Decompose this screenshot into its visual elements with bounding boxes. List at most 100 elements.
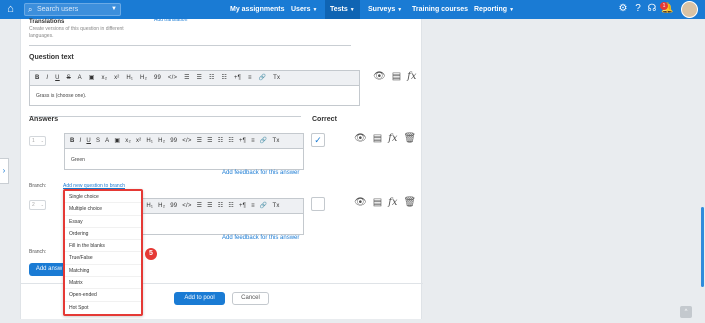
nav-my-assignments[interactable]: My assignments [230, 0, 284, 19]
indent-button[interactable]: ☷ [228, 199, 234, 213]
add-feedback-link-2[interactable]: Add feedback for this answer [222, 235, 299, 241]
question-type-fill-in-the-blanks[interactable]: Fill in the blanks [65, 240, 141, 253]
answer-order-select[interactable]: 2 ⌄ [29, 200, 46, 210]
nav-users[interactable]: Users ▼ [291, 0, 317, 19]
chevron-down-icon[interactable]: ▼ [111, 4, 117, 15]
ordered-list-button[interactable]: ☰ [184, 71, 190, 85]
correct-checkbox-1[interactable]: ✓ [311, 133, 325, 147]
italic-button[interactable]: I [46, 71, 48, 85]
formula-icon[interactable]: fx [407, 71, 416, 82]
add-to-pool-button[interactable]: Add to pool [174, 292, 225, 305]
trash-icon[interactable]: 🗑 [404, 197, 417, 208]
headset-icon[interactable]: ☊ [646, 3, 658, 15]
superscript-button[interactable]: x² [136, 134, 141, 148]
strikethrough-button[interactable]: S [67, 71, 71, 85]
answer-1-content[interactable]: Green [71, 157, 85, 163]
superscript-button[interactable]: x² [114, 71, 119, 85]
bold-button[interactable]: B [70, 134, 75, 148]
side-panel-toggle[interactable]: › [0, 158, 9, 184]
align-button[interactable]: ≡ [248, 71, 252, 85]
heading2-button[interactable]: H₂ [158, 134, 165, 148]
code-button[interactable]: </> [168, 71, 177, 85]
add-translation-link[interactable]: Add translation [154, 17, 187, 23]
heading2-button[interactable]: H₂ [140, 71, 147, 85]
eye-icon[interactable]: 👁 [354, 133, 367, 144]
correct-checkbox-2[interactable] [311, 197, 325, 211]
question-type-matrix[interactable]: Matrix [65, 277, 141, 290]
scrollbar[interactable] [701, 207, 704, 287]
outdent-button[interactable]: ☷ [218, 199, 224, 213]
link-icon[interactable]: 🔗 [260, 134, 268, 148]
subscript-button[interactable]: x₂ [102, 71, 108, 85]
italic-button[interactable]: I [80, 134, 82, 148]
outdent-button[interactable]: ☷ [209, 71, 215, 85]
answer-1-editor[interactable]: B I U S A ▣ x₂ x² H₁ H₂ 99 </> ☰ ☰ ☷ ☷ +¶ ≡ 🔗 Tx Green [64, 133, 304, 170]
list-button[interactable]: ☰ [197, 199, 203, 213]
bold-button[interactable]: B [35, 71, 40, 85]
trash-icon[interactable]: 🗑 [404, 133, 417, 144]
quote-button[interactable]: 99 [170, 134, 177, 148]
help-icon[interactable]: ? [632, 3, 644, 15]
question-type-open-ended[interactable]: Open-ended [65, 289, 141, 302]
font-color-button[interactable]: A [105, 134, 109, 148]
clear-format-button[interactable]: Tx [272, 134, 279, 148]
comment-icon[interactable]: ▤ [392, 71, 401, 82]
indent-button[interactable]: ☷ [228, 134, 234, 148]
heading1-button[interactable]: H₁ [146, 199, 153, 213]
comment-icon[interactable]: ▤ [373, 197, 382, 208]
home-icon[interactable]: ⌂ [4, 3, 17, 16]
question-type-single-choice[interactable]: Single choice [65, 191, 141, 204]
formula-icon[interactable]: fx [388, 197, 397, 208]
nav-reporting[interactable]: Reporting ▼ [474, 0, 514, 19]
code-button[interactable]: </> [182, 134, 191, 148]
clear-format-button[interactable]: Tx [273, 71, 280, 85]
nav-training-courses[interactable]: Training courses [412, 0, 468, 19]
chevron-up-icon[interactable]: ^ [680, 306, 692, 318]
underline-button[interactable]: U [55, 71, 60, 85]
link-icon[interactable]: 🔗 [259, 71, 267, 85]
answer-order-select[interactable]: 1 ⌄ [29, 136, 46, 146]
text-direction-button[interactable]: +¶ [239, 199, 246, 213]
question-type-multiple-choice[interactable]: Multiple choice [65, 203, 141, 216]
cancel-button[interactable]: Cancel [232, 292, 269, 305]
strikethrough-button[interactable]: S [96, 134, 100, 148]
clear-format-button[interactable]: Tx [272, 199, 279, 213]
align-button[interactable]: ≡ [251, 199, 255, 213]
outdent-button[interactable]: ☷ [218, 134, 224, 148]
nav-surveys[interactable]: Surveys ▼ [368, 0, 402, 19]
eye-icon[interactable]: 👁 [354, 197, 367, 208]
add-feedback-link-1[interactable]: Add feedback for this answer [222, 170, 299, 176]
indent-button[interactable]: ☷ [221, 71, 227, 85]
search-input[interactable]: ⌕ Search users ▼ [24, 3, 121, 16]
text-direction-button[interactable]: +¶ [239, 134, 246, 148]
gear-icon[interactable]: ⚙ [617, 3, 629, 15]
eye-icon[interactable]: 👁 [373, 71, 386, 82]
subscript-button[interactable]: x₂ [125, 134, 131, 148]
question-type-matching[interactable]: Matching [65, 265, 141, 278]
link-icon[interactable]: 🔗 [260, 199, 268, 213]
question-type-ordering[interactable]: Ordering [65, 228, 141, 241]
image-button[interactable]: ▣ [114, 134, 120, 148]
question-type-essay[interactable]: Essay [65, 216, 141, 228]
question-text-editor[interactable]: B I U S A ▣ x₂ x² H₁ H₂ 99 </> ☰ ☰ ☷ ☷ +… [29, 70, 360, 106]
list-button[interactable]: ☰ [197, 134, 203, 148]
heading1-button[interactable]: H₁ [146, 134, 153, 148]
question-type-hot-spot[interactable]: Hot Spot [65, 302, 141, 314]
question-type-true-false[interactable]: True/False [65, 252, 141, 265]
avatar[interactable] [681, 1, 698, 18]
list-button[interactable]: ☰ [207, 134, 213, 148]
quote-button[interactable]: 99 [170, 199, 177, 213]
text-direction-button[interactable]: +¶ [234, 71, 241, 85]
quote-button[interactable]: 99 [154, 71, 161, 85]
bullet-list-button[interactable]: ☰ [197, 71, 203, 85]
underline-button[interactable]: U [86, 134, 91, 148]
image-button[interactable]: ▣ [89, 71, 95, 85]
nav-tests[interactable]: Tests ▼ [325, 0, 360, 19]
comment-icon[interactable]: ▤ [373, 133, 382, 144]
align-button[interactable]: ≡ [251, 134, 255, 148]
font-color-button[interactable]: A [78, 71, 82, 85]
code-button[interactable]: </> [182, 199, 191, 213]
heading2-button[interactable]: H₂ [158, 199, 165, 213]
question-text-content[interactable]: Grass is (choose one). [36, 93, 86, 99]
list-button[interactable]: ☰ [207, 199, 213, 213]
